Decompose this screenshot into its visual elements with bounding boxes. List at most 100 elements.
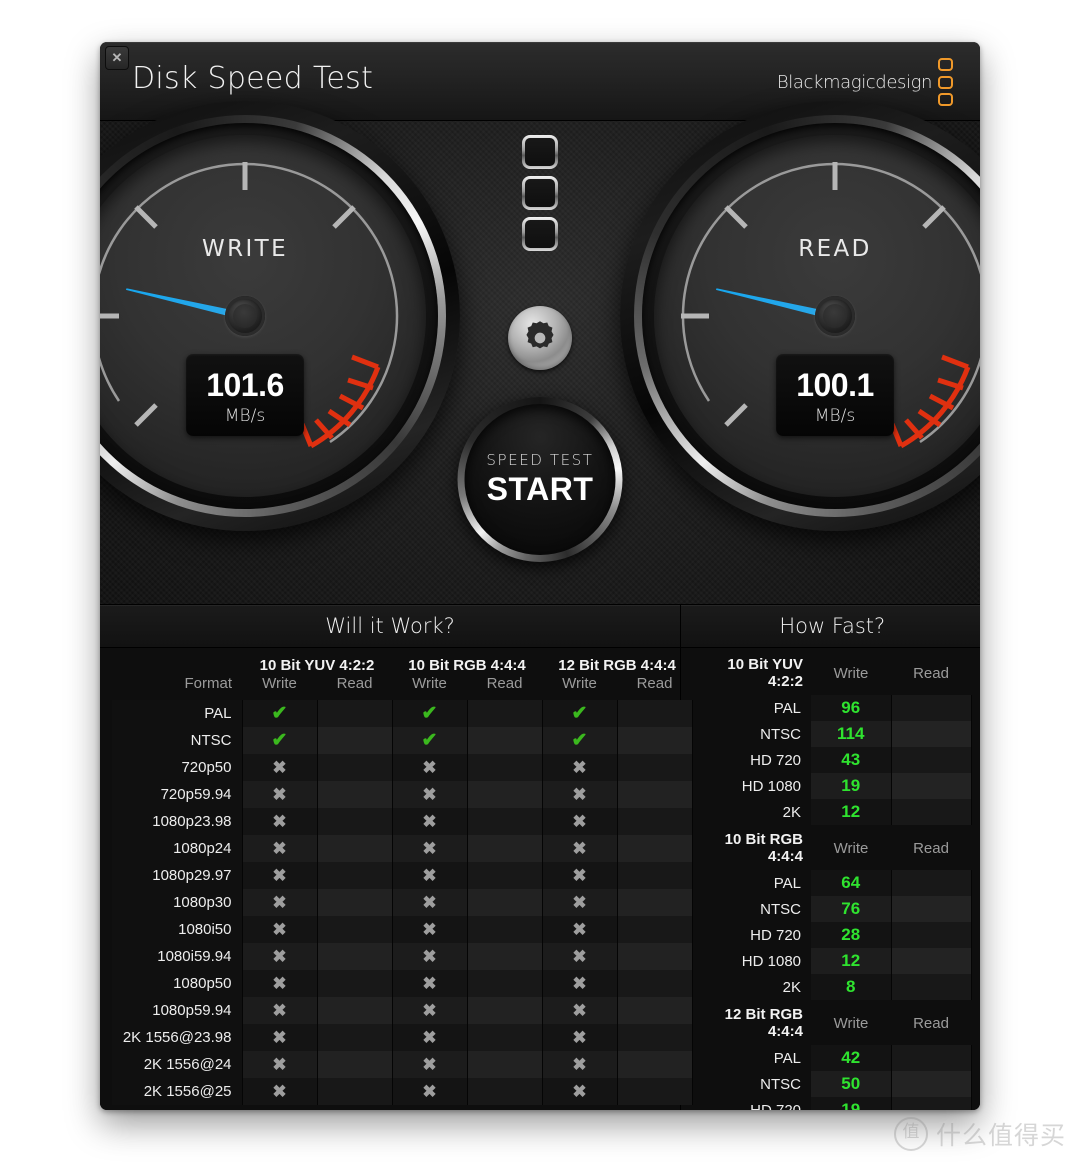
support-cell-empty	[467, 862, 543, 889]
table-row: NTSC 50	[693, 1071, 972, 1097]
write-needle-hub	[225, 296, 265, 336]
cross-icon: ✖	[572, 838, 587, 858]
table-row: 1080i50 ✖ ✖ ✖	[112, 916, 693, 943]
how-fast-section-header: 12 Bit RGB 4:4:4 Write Read	[693, 1000, 971, 1045]
support-cell-no: ✖	[392, 997, 468, 1024]
format-cell: 1080i50	[112, 916, 243, 943]
support-cell-empty	[467, 889, 543, 916]
read-speed-value	[891, 799, 972, 825]
cross-icon: ✖	[572, 1000, 587, 1020]
format-cell: 1080i59.94	[112, 943, 243, 970]
section-name: 12 Bit RGB 4:4:4	[693, 1000, 811, 1045]
table-row: NTSC 76	[693, 896, 972, 922]
cross-icon: ✖	[422, 1000, 437, 1020]
cross-icon: ✖	[422, 919, 437, 939]
cross-icon: ✖	[272, 919, 287, 939]
table-row: 720p59.94 ✖ ✖ ✖	[112, 781, 693, 808]
cross-icon: ✖	[572, 865, 587, 885]
support-cell-yes: ✔	[242, 700, 318, 727]
resolution-label: HD 1080	[693, 948, 811, 974]
support-cell-no: ✖	[392, 1051, 468, 1078]
support-cell-no: ✖	[392, 1024, 468, 1051]
support-cell-no: ✖	[392, 808, 468, 835]
table-row: HD 1080 12	[693, 948, 972, 974]
support-cell-yes: ✔	[242, 727, 318, 754]
format-cell: PAL	[112, 700, 243, 727]
resolution-label: PAL	[693, 870, 811, 896]
results-area: Will it Work? 10 Bit YUV 4:2:2 10 Bit RG…	[100, 605, 980, 1110]
resolution-label: PAL	[693, 695, 811, 721]
read-speed-value	[891, 870, 972, 896]
support-cell-no: ✖	[242, 997, 318, 1024]
support-cell-empty	[317, 1051, 393, 1078]
read-column-header: Read	[891, 650, 971, 695]
cross-icon: ✖	[272, 1000, 287, 1020]
how-fast-section-header: 10 Bit YUV 4:2:2 Write Read	[693, 650, 971, 695]
read-speed-value	[891, 1097, 972, 1110]
table-row: 1080i59.94 ✖ ✖ ✖	[112, 943, 693, 970]
stress-button-3[interactable]	[522, 217, 558, 251]
stress-button-2[interactable]	[522, 176, 558, 210]
write-gauge-face: WRITE 101.6 MB/s	[100, 135, 426, 497]
write-unit: MB/s	[224, 406, 266, 426]
table-row: 1080p23.98 ✖ ✖ ✖	[112, 808, 693, 835]
support-cell-empty	[317, 808, 393, 835]
settings-button[interactable]	[508, 306, 572, 370]
screenshot-root: ✕ Disk Speed Test Blackmagicdesign WRITE…	[0, 0, 1080, 1162]
close-icon[interactable]: ✕	[105, 46, 129, 70]
stress-button-1[interactable]	[522, 135, 558, 169]
write-column-header: Write	[811, 1000, 891, 1045]
speed-test-start-button[interactable]: SPEED TEST START	[457, 397, 623, 562]
cross-icon: ✖	[272, 892, 287, 912]
format-cell: 1080p23.98	[112, 808, 243, 835]
page-title: Disk Speed Test	[132, 61, 374, 96]
sub-header-0: Write	[262, 675, 297, 692]
support-cell-empty	[467, 970, 543, 997]
read-speed-value	[891, 974, 972, 1000]
support-cell-no: ✖	[542, 1051, 618, 1078]
format-cell: NTSC	[112, 727, 243, 754]
table-row: PAL ✔ ✔ ✔	[112, 700, 693, 727]
cross-icon: ✖	[422, 784, 437, 804]
sub-header-1: Read	[336, 675, 373, 692]
support-cell-empty	[317, 889, 393, 916]
resolution-label: 2K	[693, 974, 811, 1000]
write-column-header: Write	[811, 825, 891, 870]
group-header-row: 10 Bit YUV 4:2:2 10 Bit RGB 4:4:4 12 Bit…	[112, 648, 692, 675]
start-button-label: START	[486, 471, 594, 507]
gauges-panel: WRITE 101.6 MB/s READ 100.1 MB/s SPEED T…	[100, 101, 980, 605]
support-cell-no: ✖	[392, 781, 468, 808]
check-icon: ✔	[571, 730, 588, 751]
support-cell-no: ✖	[242, 808, 318, 835]
support-cell-empty	[317, 754, 393, 781]
group-header-0: 10 Bit YUV 4:2:2	[259, 657, 375, 674]
support-cell-empty	[467, 1051, 543, 1078]
cross-icon: ✖	[272, 865, 287, 885]
format-cell: 2K 1556@25	[112, 1078, 243, 1105]
cross-icon: ✖	[422, 946, 437, 966]
write-gauge: WRITE 101.6 MB/s	[100, 101, 460, 531]
format-cell: 720p50	[112, 754, 243, 781]
table-row: 1080p29.97 ✖ ✖ ✖	[112, 862, 693, 889]
cross-icon: ✖	[422, 973, 437, 993]
start-button-sublabel: SPEED TEST	[486, 451, 594, 469]
table-row: PAL 64	[693, 870, 972, 896]
table-row: 2K 1556@24 ✖ ✖ ✖	[112, 1051, 693, 1078]
format-cell: 2K 1556@24	[112, 1051, 243, 1078]
how-fast-body: 10 Bit YUV 4:2:2 Write Read PAL 96 NTSC 114 HD …	[693, 650, 972, 1110]
format-cell: 2K 1556@23.98	[112, 1024, 243, 1051]
support-cell-no: ✖	[542, 943, 618, 970]
support-cell-empty	[317, 862, 393, 889]
will-it-work-pane: Will it Work? 10 Bit YUV 4:2:2 10 Bit RG…	[100, 605, 693, 1110]
table-row: 2K 1556@25 ✖ ✖ ✖	[112, 1078, 693, 1105]
how-fast-title: How Fast?	[681, 605, 980, 648]
support-cell-no: ✖	[242, 916, 318, 943]
format-cell: 720p59.94	[112, 781, 243, 808]
support-cell-empty	[317, 997, 393, 1024]
cross-icon: ✖	[422, 838, 437, 858]
support-cell-no: ✖	[392, 835, 468, 862]
support-cell-empty	[317, 916, 393, 943]
cross-icon: ✖	[272, 1081, 287, 1101]
support-cell-yes: ✔	[542, 700, 618, 727]
table-row: 1080p50 ✖ ✖ ✖	[112, 970, 693, 997]
